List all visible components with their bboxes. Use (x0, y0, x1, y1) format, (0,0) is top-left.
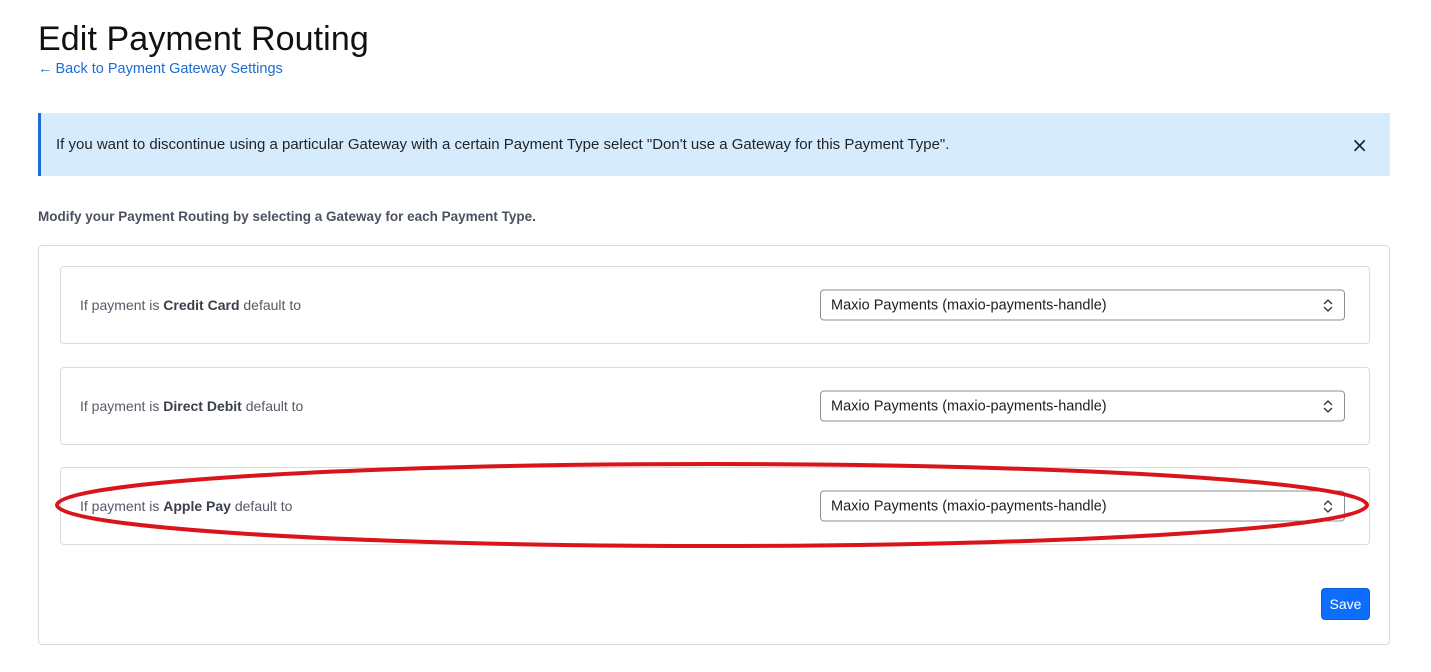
route-label: If payment is Apple Pay default to (80, 498, 292, 514)
payment-type-name: Credit Card (163, 297, 240, 313)
alert-message: If you want to discontinue using a parti… (56, 136, 950, 153)
route-label-prefix: If payment is (80, 498, 160, 514)
selected-gateway: Maxio Payments (maxio-payments-handle) (831, 398, 1107, 414)
back-to-gateway-settings-link[interactable]: ← Back to Payment Gateway Settings (38, 60, 283, 78)
save-button[interactable]: Save (1321, 588, 1370, 620)
payment-type-name: Apple Pay (163, 498, 231, 514)
page: Edit Payment Routing ← Back to Payment Ga… (0, 0, 1431, 672)
gateway-select-apple-pay[interactable]: Maxio Payments (maxio-payments-handle) (820, 490, 1345, 522)
route-label: If payment is Credit Card default to (80, 297, 301, 313)
route-row-credit-card: If payment is Credit Card default to Max… (60, 266, 1370, 344)
chevron-up-down-icon (1323, 499, 1333, 513)
selected-gateway: Maxio Payments (maxio-payments-handle) (831, 297, 1107, 313)
gateway-select-credit-card[interactable]: Maxio Payments (maxio-payments-handle) (820, 289, 1345, 321)
route-row-apple-pay: If payment is Apple Pay default to Maxio… (60, 467, 1370, 545)
route-label-suffix: default to (243, 297, 301, 313)
close-icon[interactable]: × (1351, 135, 1368, 155)
routing-card: If payment is Credit Card default to Max… (38, 245, 1390, 645)
instructions-text: Modify your Payment Routing by selecting… (38, 209, 536, 224)
route-label-prefix: If payment is (80, 398, 160, 414)
selected-gateway: Maxio Payments (maxio-payments-handle) (831, 498, 1107, 514)
info-alert: If you want to discontinue using a parti… (38, 113, 1390, 176)
route-label-suffix: default to (245, 398, 304, 414)
back-link-label: Back to Payment Gateway Settings (55, 61, 283, 77)
route-label-prefix: If payment is (80, 297, 160, 313)
payment-type-name: Direct Debit (163, 398, 242, 414)
gateway-select-direct-debit[interactable]: Maxio Payments (maxio-payments-handle) (820, 390, 1345, 422)
page-title: Edit Payment Routing (38, 20, 369, 58)
arrow-left-icon: ← (38, 61, 53, 77)
chevron-up-down-icon (1323, 399, 1333, 413)
route-row-direct-debit: If payment is Direct Debit default to Ma… (60, 367, 1370, 445)
route-label: If payment is Direct Debit default to (80, 398, 303, 414)
route-label-suffix: default to (234, 498, 293, 514)
chevron-up-down-icon (1323, 298, 1333, 312)
